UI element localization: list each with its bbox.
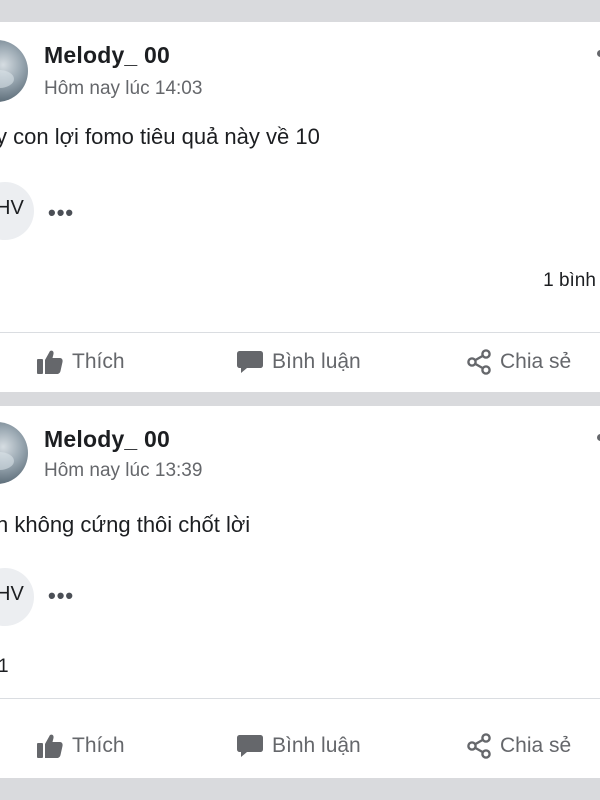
- comment-button[interactable]: Bình luận: [236, 342, 361, 382]
- post-card: Melody_ 00 Hôm nay lúc 14:03 y con lợi f…: [0, 22, 600, 392]
- post-card: Melody_ 00 Hôm nay lúc 13:39 n không cứn…: [0, 406, 600, 778]
- reaction-label: HV: [0, 583, 24, 605]
- feed: Melody_ 00 Hôm nay lúc 14:03 y con lợi f…: [0, 0, 600, 800]
- more-reactions-icon[interactable]: •••: [48, 583, 74, 609]
- post-timestamp[interactable]: Hôm nay lúc 13:39: [44, 460, 202, 482]
- comment-label: Bình luận: [272, 734, 361, 757]
- comment-button[interactable]: Bình luận: [236, 726, 361, 766]
- post-divider: [0, 698, 600, 699]
- thumbs-up-icon: [37, 734, 63, 758]
- post-timestamp[interactable]: Hôm nay lúc 14:03: [44, 78, 202, 100]
- share-icon: [467, 349, 491, 375]
- reaction-label: HV: [0, 197, 24, 219]
- like-label: Thích: [72, 350, 125, 373]
- like-button[interactable]: Thích: [36, 342, 125, 382]
- author-avatar[interactable]: [0, 422, 28, 484]
- reaction-count[interactable]: 1: [0, 656, 9, 678]
- feed-separator: [0, 0, 600, 22]
- author-name[interactable]: Melody_ 00: [44, 426, 170, 453]
- share-label: Chia sẻ: [500, 350, 572, 373]
- post-content: y con lợi fomo tiêu quả này về 10: [0, 124, 320, 149]
- share-button[interactable]: Chia sẻ: [466, 726, 571, 766]
- comment-label: Bình luận: [272, 350, 361, 373]
- thumbs-up-icon: [37, 350, 63, 374]
- share-button[interactable]: Chia sẻ: [466, 342, 571, 382]
- share-label: Chia sẻ: [500, 734, 572, 757]
- feed-separator: [0, 778, 600, 800]
- comment-icon: [237, 351, 263, 373]
- like-label: Thích: [72, 734, 125, 757]
- comment-count[interactable]: 1 bình lu: [543, 270, 600, 292]
- post-content: n không cứng thôi chốt lời: [0, 512, 251, 537]
- like-button[interactable]: Thích: [36, 726, 125, 766]
- post-divider: [0, 332, 600, 333]
- author-name[interactable]: Melody_ 00: [44, 42, 170, 69]
- more-reactions-icon[interactable]: •••: [48, 200, 74, 226]
- share-icon: [467, 733, 491, 759]
- author-avatar[interactable]: [0, 40, 28, 102]
- feed-separator: [0, 392, 600, 406]
- comment-icon: [237, 735, 263, 757]
